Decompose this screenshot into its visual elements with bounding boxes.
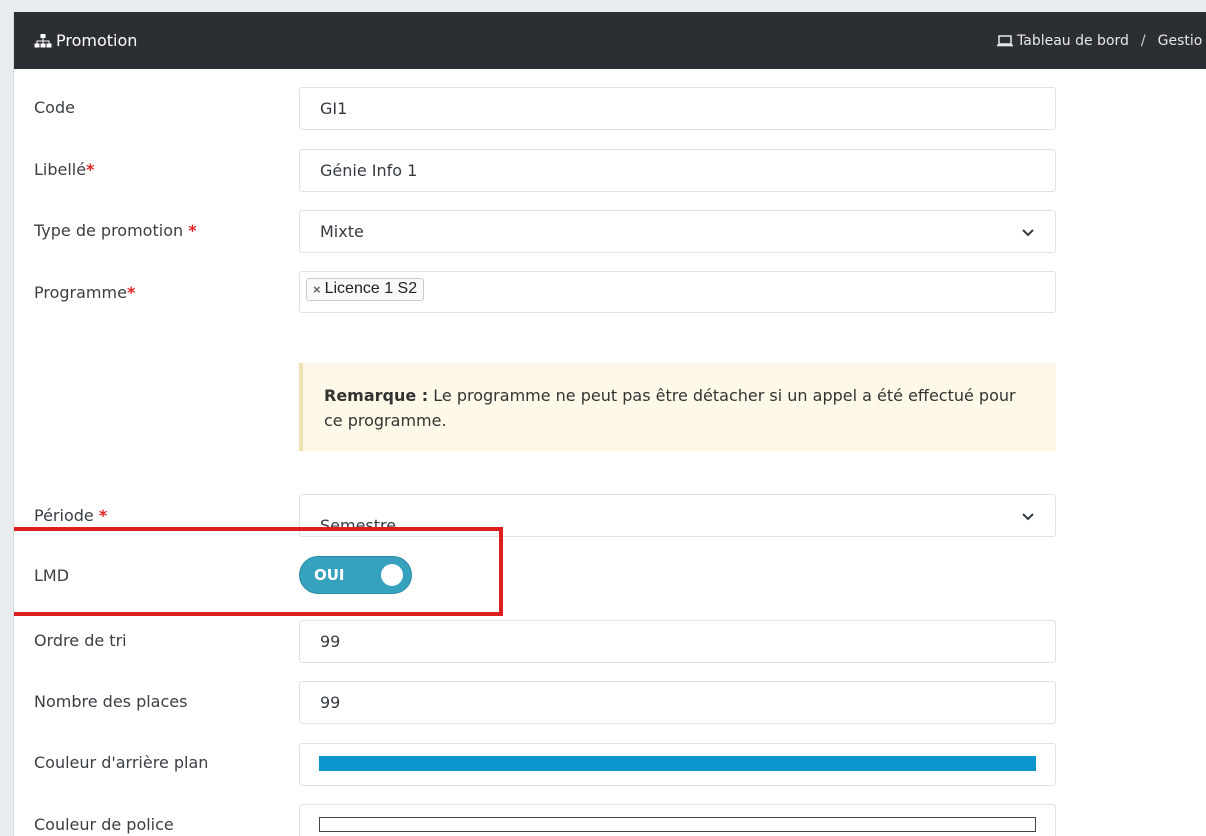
- sitemap-icon: [34, 33, 52, 47]
- font-color-swatch: [319, 817, 1036, 832]
- nombre-places-value: 99: [320, 693, 341, 712]
- breadcrumb-item-dashboard[interactable]: Tableau de bord: [1017, 33, 1129, 49]
- chevron-down-icon: [1022, 512, 1034, 520]
- code-value: GI1: [320, 99, 348, 118]
- programme-multiselect[interactable]: × Licence 1 S2: [299, 271, 1056, 313]
- required-mark: *: [188, 221, 197, 240]
- required-mark: *: [98, 506, 108, 525]
- periode-label: Période *: [34, 506, 107, 525]
- couleur-police-label: Couleur de police: [34, 815, 174, 834]
- card-header: Promotion Tableau de bord / Gestio: [14, 12, 1206, 69]
- type-promotion-value: Mixte: [320, 222, 364, 241]
- code-label: Code: [34, 98, 75, 117]
- remarque-note: Remarque : Le programme ne peut pas être…: [299, 363, 1056, 451]
- ordre-tri-row: Ordre de tri 99: [14, 620, 1206, 663]
- programme-tag: × Licence 1 S2: [306, 278, 425, 301]
- programme-tag-label: Licence 1 S2: [324, 280, 418, 297]
- libelle-row: Libellé* Génie Info 1: [14, 149, 1206, 192]
- type-promotion-select[interactable]: Mixte: [299, 210, 1056, 253]
- programme-label: Programme*: [34, 283, 135, 302]
- chevron-down-icon: [1022, 228, 1034, 236]
- programme-row: Programme* × Licence 1 S2: [14, 271, 1206, 314]
- couleur-arriere-row: Couleur d'arrière plan: [14, 743, 1206, 786]
- periode-select[interactable]: Semestre: [299, 494, 1056, 537]
- toggle-knob: [381, 564, 403, 586]
- laptop-icon: [997, 34, 1013, 46]
- background-color-swatch: [319, 756, 1036, 771]
- breadcrumb: Tableau de bord / Gestio: [997, 12, 1202, 69]
- periode-value: Semestre: [320, 516, 397, 535]
- code-input[interactable]: GI1: [299, 87, 1056, 130]
- programme-label-text: Programme: [34, 283, 127, 302]
- background-color-picker[interactable]: [299, 743, 1056, 786]
- font-color-picker[interactable]: [299, 804, 1056, 836]
- nombre-places-input[interactable]: 99: [299, 681, 1056, 724]
- code-row: Code GI1: [14, 87, 1206, 130]
- libelle-label: Libellé*: [34, 160, 94, 179]
- note-text: Le programme ne peut pas être détacher s…: [324, 386, 1016, 430]
- tag-remove-button[interactable]: ×: [313, 282, 321, 297]
- type-promotion-label: Type de promotion *: [34, 221, 197, 240]
- lmd-label: LMD: [34, 566, 70, 585]
- couleur-police-row: Couleur de police: [14, 804, 1206, 836]
- type-promotion-row: Type de promotion * Mixte: [14, 210, 1206, 253]
- page-title-text: Promotion: [56, 31, 138, 50]
- note-title: Remarque :: [324, 386, 429, 405]
- lmd-row: LMD: [14, 556, 1206, 596]
- type-promotion-label-text: Type de promotion: [34, 221, 184, 240]
- nombre-places-row: Nombre des places 99: [14, 681, 1206, 724]
- nombre-places-label: Nombre des places: [34, 692, 188, 711]
- breadcrumb-separator: /: [1140, 32, 1146, 49]
- ordre-tri-label: Ordre de tri: [34, 631, 127, 650]
- periode-label-text: Période: [34, 506, 94, 525]
- couleur-arriere-label: Couleur d'arrière plan: [34, 753, 209, 772]
- periode-row: Période * Semestre: [14, 494, 1206, 537]
- ordre-tri-input[interactable]: 99: [299, 620, 1056, 663]
- ordre-tri-value: 99: [320, 632, 341, 651]
- lmd-toggle[interactable]: OUI: [299, 556, 412, 594]
- page-title: Promotion: [34, 31, 137, 50]
- libelle-value: Génie Info 1: [320, 161, 418, 180]
- breadcrumb-item-gestion[interactable]: Gestio: [1158, 33, 1203, 49]
- libelle-label-text: Libellé: [34, 160, 87, 179]
- required-mark: *: [126, 283, 136, 302]
- lmd-toggle-label: OUI: [314, 566, 345, 584]
- libelle-input[interactable]: Génie Info 1: [299, 149, 1056, 192]
- promotion-card: Promotion Tableau de bord / Gestio Code …: [13, 12, 1206, 836]
- required-mark: *: [86, 160, 95, 179]
